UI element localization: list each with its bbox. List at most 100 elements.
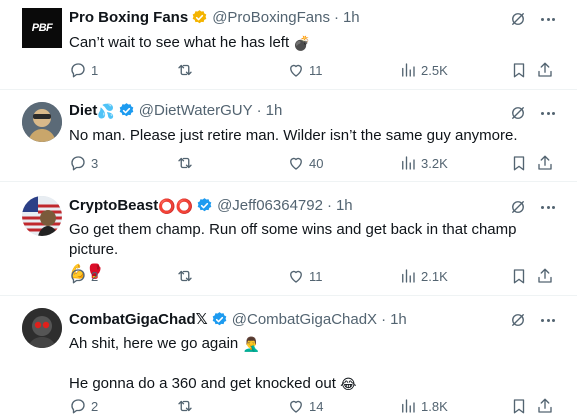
avatar[interactable]: PBF xyxy=(22,8,62,48)
tweet-top-actions xyxy=(509,104,555,122)
display-name[interactable]: Pro Boxing Fans xyxy=(69,9,188,26)
reply-button[interactable]: 2 xyxy=(69,267,98,285)
verified-badge-icon xyxy=(119,103,134,117)
share-button[interactable] xyxy=(536,267,554,285)
user-handle[interactable]: @CombatGigaChadX xyxy=(232,311,377,328)
bookmark-button[interactable] xyxy=(510,154,528,172)
avatar-image xyxy=(22,102,62,142)
bookmark-button[interactable] xyxy=(510,267,528,285)
tweet[interactable]: Diet 💦 @DietWaterGUY · 1h No man. Please… xyxy=(0,90,577,182)
separator-dot: · xyxy=(256,102,262,119)
reply-count: 2 xyxy=(91,268,99,284)
tweet[interactable]: PBF Pro Boxing Fans @ProBoxingFans · 1h … xyxy=(0,0,577,90)
like-button[interactable]: 14 xyxy=(287,397,323,415)
like-button[interactable]: 11 xyxy=(287,61,323,79)
grok-icon[interactable] xyxy=(509,311,527,329)
like-button[interactable]: 40 xyxy=(287,154,323,172)
bookmark-icon xyxy=(513,269,525,284)
tweet-text: Ah shit, here we go again 🤦‍♂️ He gonna … xyxy=(69,334,557,394)
user-handle[interactable]: @DietWaterGUY xyxy=(139,102,253,119)
reply-icon xyxy=(71,269,85,284)
timestamp[interactable]: 1h xyxy=(336,197,353,214)
tweet[interactable]: CombatGigaChad𝕏 @CombatGigaChadX · 1h Ah… xyxy=(0,296,577,418)
verified-badge-icon xyxy=(197,198,212,212)
verified-badge-icon xyxy=(192,10,207,24)
reply-button[interactable]: 2 xyxy=(69,397,98,415)
more-icon[interactable] xyxy=(541,111,555,115)
tweet-actions: 2 11 2.1K xyxy=(69,266,555,286)
tweet-actions: 2 14 1.8K xyxy=(69,396,555,416)
tweet[interactable]: CryptoBeast ⭕⭕ @Jeff06364792 · 1h Go get… xyxy=(0,182,577,296)
display-name[interactable]: CombatGigaChad𝕏 xyxy=(69,310,208,328)
timestamp[interactable]: 1h xyxy=(266,102,283,119)
grok-icon[interactable] xyxy=(509,198,527,216)
bookmark-icon xyxy=(513,399,525,414)
tweet-text-paragraph: He gonna do a 360 and get knocked out 😂 xyxy=(69,374,557,394)
bookmark-icon xyxy=(513,63,525,78)
tweet-actions: 3 40 3.2K xyxy=(69,153,555,173)
views-icon xyxy=(402,399,415,413)
heart-icon xyxy=(290,157,302,170)
separator-dot: · xyxy=(326,197,332,214)
reply-button[interactable]: 1 xyxy=(69,61,98,79)
view-count: 3.2K xyxy=(421,155,448,171)
heart-icon xyxy=(290,270,302,283)
separator-dot: · xyxy=(333,9,339,26)
more-icon[interactable] xyxy=(541,318,555,322)
user-handle[interactable]: @Jeff06364792 xyxy=(217,197,323,214)
views-button[interactable]: 1.8K xyxy=(399,397,448,415)
avatar[interactable] xyxy=(22,196,62,236)
hollow-circles-emoji: ⭕⭕ xyxy=(158,197,194,214)
reply-count: 1 xyxy=(91,62,99,78)
bomb-emoji: 💣 xyxy=(293,35,311,52)
avatar-logo: PBF xyxy=(31,22,53,34)
grok-icon[interactable] xyxy=(509,104,527,122)
repost-icon xyxy=(178,64,192,76)
repost-icon xyxy=(178,400,192,412)
repost-button[interactable] xyxy=(176,154,194,172)
views-button[interactable]: 2.5K xyxy=(399,61,448,79)
repost-icon xyxy=(178,270,192,282)
view-count: 2.1K xyxy=(421,268,448,284)
share-icon xyxy=(538,62,552,77)
more-icon[interactable] xyxy=(541,17,555,21)
verified-badge-icon xyxy=(212,311,227,325)
tweet-text-line-2: He gonna do a 360 and get knocked out xyxy=(69,375,336,392)
tweet-header: CryptoBeast ⭕⭕ @Jeff06364792 · 1h xyxy=(69,197,353,214)
tweet-top-actions xyxy=(509,10,555,28)
display-name[interactable]: Diet xyxy=(69,102,97,119)
tweet-actions: 1 11 2.5K xyxy=(69,60,555,80)
avatar-image xyxy=(22,308,62,348)
repost-button[interactable] xyxy=(176,267,194,285)
avatar[interactable] xyxy=(22,102,62,142)
view-count: 1.8K xyxy=(421,398,448,414)
views-button[interactable]: 2.1K xyxy=(399,267,448,285)
share-button[interactable] xyxy=(536,154,554,172)
repost-button[interactable] xyxy=(176,61,194,79)
grok-icon[interactable] xyxy=(509,10,527,28)
like-count: 11 xyxy=(309,268,323,284)
timestamp[interactable]: 1h xyxy=(390,311,407,328)
user-handle[interactable]: @ProBoxingFans xyxy=(212,9,330,26)
tweet-header: CombatGigaChad𝕏 @CombatGigaChadX · 1h xyxy=(69,310,407,329)
like-button[interactable]: 11 xyxy=(287,267,323,285)
avatar[interactable] xyxy=(22,308,62,348)
display-name[interactable]: CryptoBeast xyxy=(69,197,158,214)
share-button[interactable] xyxy=(536,397,554,415)
timestamp[interactable]: 1h xyxy=(343,9,360,26)
tweet-text: Can’t wait to see what he has left 💣 xyxy=(69,33,557,53)
tweet-text-content: Can’t wait to see what he has left xyxy=(69,34,290,51)
reply-button[interactable]: 3 xyxy=(69,154,98,172)
tweet-text-line-1: Ah shit, here we go again xyxy=(69,335,239,352)
like-count: 11 xyxy=(309,62,323,78)
heart-icon xyxy=(290,64,302,77)
views-icon xyxy=(402,269,415,283)
tweet-top-actions xyxy=(509,311,555,329)
bookmark-button[interactable] xyxy=(510,397,528,415)
repost-button[interactable] xyxy=(176,397,194,415)
bookmark-button[interactable] xyxy=(510,61,528,79)
views-button[interactable]: 3.2K xyxy=(399,154,448,172)
bookmark-icon xyxy=(513,156,525,171)
share-button[interactable] xyxy=(536,61,554,79)
more-icon[interactable] xyxy=(541,205,555,209)
